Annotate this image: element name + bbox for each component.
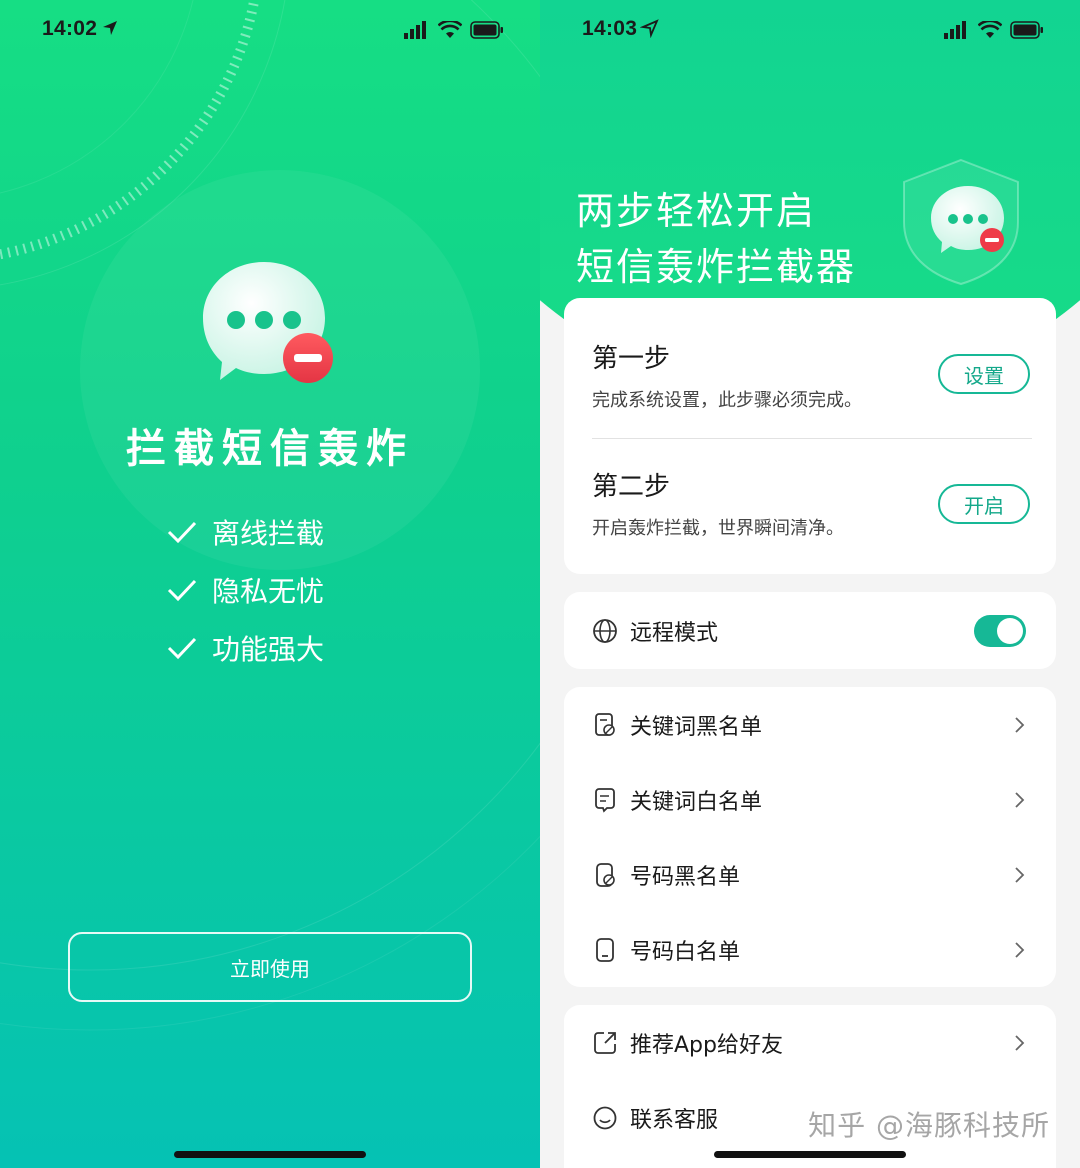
list-item-share-app[interactable]: 推荐App给好友 (564, 1005, 1056, 1080)
feature-item: 隐私无忧 (166, 568, 324, 612)
keyword-blacklist-icon (595, 712, 615, 736)
status-icons (404, 20, 504, 40)
status-icons (944, 20, 1044, 40)
battery-icon (470, 21, 503, 39)
location-arrow-icon (640, 19, 659, 38)
shield-icon (903, 158, 1019, 286)
list-item-number-whitelist[interactable]: 号码白名单 (564, 912, 1056, 987)
customer-service-icon (593, 1106, 617, 1129)
battery-icon (1010, 21, 1043, 39)
feature-label: 离线拦截 (212, 517, 325, 550)
number-blacklist-icon (596, 862, 615, 887)
feature-item: 离线拦截 (166, 510, 324, 554)
feature-label: 隐私无忧 (212, 575, 325, 608)
setup-steps-card: 第一步 完成系统设置，此步骤必须完成。 设置 第二步 开启轰炸拦截，世界瞬间清净… (564, 298, 1056, 574)
location-arrow-icon (103, 21, 117, 35)
step2-desc: 开启轰炸拦截，世界瞬间清净。 (592, 518, 844, 539)
list-item-label: 号码黑名单 (630, 864, 741, 890)
signal-icon (944, 21, 966, 39)
keyword-whitelist-icon (595, 787, 615, 813)
list-item-label: 关键词黑名单 (630, 714, 763, 740)
list-item-number-blacklist[interactable]: 号码黑名单 (564, 837, 1056, 912)
check-icon (167, 521, 197, 544)
onboarding-screen: 14:02 拦截短信轰炸 离线拦截 隐私无忧 功能强大 立即使用 (0, 0, 540, 1168)
divider (592, 438, 1032, 439)
remote-mode-row: 远程模式 (564, 593, 1056, 668)
status-bar: 14:03 (540, 0, 1080, 60)
toggle-knob (997, 618, 1023, 644)
feature-label: 功能强大 (212, 633, 325, 666)
list-item-keyword-blacklist[interactable]: 关键词黑名单 (564, 687, 1056, 762)
status-time: 14:03 (582, 17, 638, 40)
chevron-right-icon (1015, 866, 1025, 883)
enable-button[interactable]: 开启 (938, 484, 1030, 524)
start-using-button[interactable]: 立即使用 (68, 932, 472, 1002)
step1-desc: 完成系统设置，此步骤必须完成。 (592, 390, 862, 411)
step1-title: 第一步 (592, 344, 671, 374)
globe-icon (593, 618, 617, 643)
step2-title: 第二步 (592, 472, 671, 502)
chevron-right-icon (1015, 941, 1025, 958)
watermark: 知乎 @海豚科技所 (808, 1109, 1050, 1142)
list-item-label: 号码白名单 (630, 939, 741, 965)
chevron-right-icon (1015, 791, 1025, 808)
share-icon (594, 1031, 616, 1054)
check-icon (167, 579, 197, 602)
list-item-keyword-whitelist[interactable]: 关键词白名单 (564, 762, 1056, 837)
signal-icon (404, 21, 426, 39)
number-whitelist-icon (596, 937, 614, 962)
status-bar: 14:02 (0, 0, 540, 60)
main-screen: 14:03 两步轻松开启 短信轰炸拦截器 第一步 完成系统设置，此步骤必须完成。… (540, 0, 1080, 1168)
chevron-right-icon (1015, 1034, 1025, 1051)
home-indicator[interactable] (714, 1151, 906, 1158)
home-indicator[interactable] (174, 1151, 366, 1158)
list-item-label: 关键词白名单 (630, 789, 763, 815)
wifi-icon (978, 21, 1002, 38)
hero-title-line1: 两步轻松开启 (576, 189, 817, 233)
remote-mode-label: 远程模式 (630, 620, 719, 646)
filter-lists-card: 关键词黑名单 关键词白名单 号码黑名单 号码白名单 (564, 687, 1056, 987)
status-time: 14:02 (42, 17, 98, 40)
list-item-label: 联系客服 (630, 1107, 719, 1133)
hero-title-line2: 短信轰炸拦截器 (576, 245, 857, 289)
settings-button[interactable]: 设置 (938, 354, 1030, 394)
list-item-label: 推荐App给好友 (630, 1032, 783, 1058)
check-icon (167, 637, 197, 660)
feature-item: 功能强大 (166, 626, 324, 670)
wifi-icon (438, 21, 462, 38)
remote-mode-toggle[interactable] (974, 615, 1026, 647)
message-block-icon (203, 262, 333, 383)
remote-mode-card: 远程模式 (564, 592, 1056, 669)
onboarding-title: 拦截短信轰炸 (126, 426, 414, 472)
chevron-right-icon (1015, 716, 1025, 733)
